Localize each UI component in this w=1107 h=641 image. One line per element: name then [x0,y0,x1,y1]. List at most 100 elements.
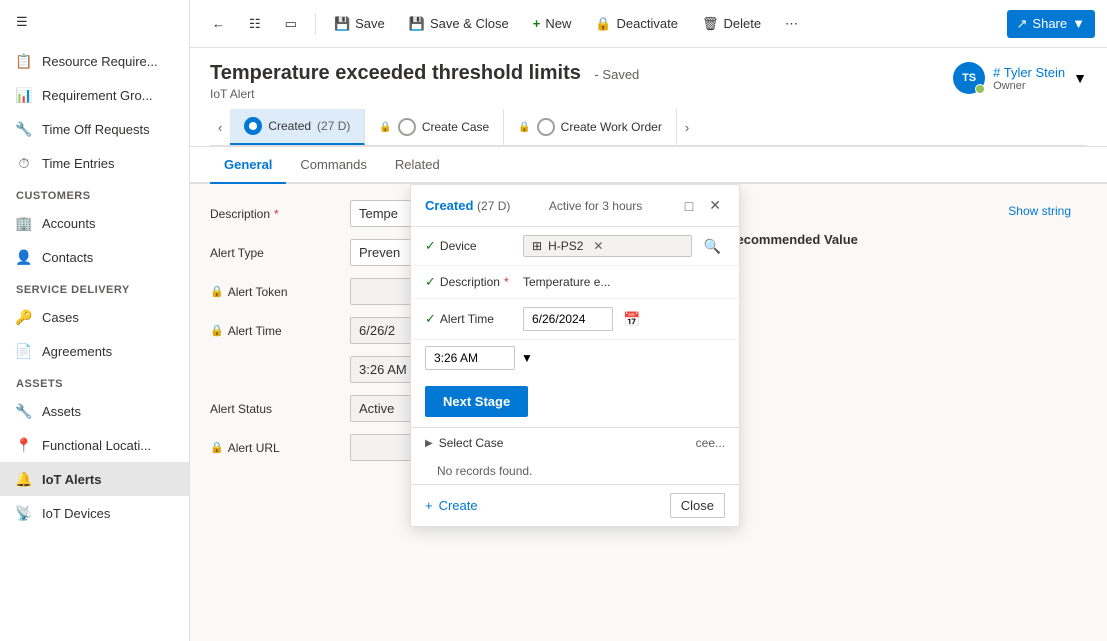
service-delivery-section-label: Service Delivery [0,274,189,300]
new-icon: + [533,16,541,31]
device-tag-remove-button[interactable]: ✕ [593,239,603,253]
description-required: * [274,207,279,221]
deactivate-button[interactable]: 🔒 Deactivate [585,10,688,38]
sidebar-item-label: Accounts [42,216,95,231]
deactivate-icon: 🔒 [595,16,611,32]
panel-alert-time-calendar-button[interactable]: 📅 [619,309,644,330]
time-off-icon: 🔧 [16,121,32,137]
tab-related[interactable]: Related [381,147,454,184]
process-nav-right[interactable]: › [677,109,697,145]
hamburger-button[interactable]: ☰ [0,0,189,44]
device-search-button[interactable]: 🔍 [700,236,725,257]
device-tag-icon: ⊞ [532,239,542,253]
sidebar-item-assets[interactable]: 🔧 Assets [0,394,189,428]
sidebar-item-label: IoT Alerts [42,472,101,487]
select-case-arrow-icon: ▶ [425,438,433,449]
new-button[interactable]: + New [523,10,582,37]
sidebar-item-functional-loc[interactable]: 📍 Functional Locati... [0,428,189,462]
sidebar-item-cases[interactable]: 🔑 Cases [0,300,189,334]
stage-circle-create-work-order [537,118,555,136]
create-plus-icon: + [425,498,433,513]
panel-alert-time-label: ✓ Alert Time [425,311,515,327]
sidebar-item-accounts[interactable]: 🏢 Accounts [0,206,189,240]
sidebar-item-label: IoT Devices [42,506,110,521]
save-close-label: Save & Close [430,16,509,31]
avatar-initials: TS [962,72,976,84]
side-panel-expand-button[interactable]: □ [681,195,697,216]
delete-button[interactable]: 🗑 Delete [692,10,771,38]
cases-icon: 🔑 [16,309,32,325]
sidebar-item-iot-alerts[interactable]: 🔔 IoT Alerts [0,462,189,496]
form-area: Description * Alert Type 🔒 Alert Token [190,184,1107,641]
main-content: ← ☷ ▭ 💾 Save 💾 Save & Close + New 🔒 Deac… [190,0,1107,641]
split-view-icon: ▭ [285,16,297,32]
iot-alerts-icon: 🔔 [16,471,32,487]
save-close-button[interactable]: 💾 Save & Close [399,10,519,38]
sidebar-item-time-entries[interactable]: ⏱ Time Entries [0,146,189,180]
panel-time-row: ▼ [425,346,725,370]
process-bar: ‹ Created (27 D) 🔒 Create Case 🔒 [210,109,1087,146]
sidebar: ☰ 📋 Resource Require... 📊 Requirement Gr… [0,0,190,641]
sidebar-item-contacts[interactable]: 👤 Contacts [0,240,189,274]
alert-token-lock-icon: 🔒 [210,285,224,298]
alert-url-lock-icon: 🔒 [210,441,224,454]
toggle-view-button[interactable]: ☷ [239,10,271,38]
stage-lock-create-case: 🔒 [379,122,391,133]
stage-dot-create-work-order [542,123,550,131]
panel-alert-time-date-input[interactable] [523,307,613,331]
alert-url-label: 🔒 Alert URL [210,441,340,455]
panel-row-description: ✓ Description * Temperature e... [411,266,739,299]
panel-time-chevron-button[interactable]: ▼ [521,351,533,365]
avatar-badge [975,84,985,94]
stage-dot-create-case [403,123,411,131]
side-panel-title: Created [425,198,473,213]
sidebar-item-label: Requirement Gro... [42,88,153,103]
split-view-button[interactable]: ▭ [275,10,307,38]
share-icon: ↗ [1017,16,1028,32]
next-stage-button[interactable]: Next Stage [425,386,528,417]
assets-icon: 🔧 [16,403,32,419]
sidebar-item-label: Time Entries [42,156,114,171]
tabs-bar: General Commands Related [190,147,1107,184]
show-string-link[interactable]: Show string [1008,200,1071,222]
delete-label: Delete [723,16,761,31]
create-button[interactable]: + Create [425,498,478,513]
assets-section-label: Assets [0,368,189,394]
save-close-icon: 💾 [409,16,425,32]
save-icon: 💾 [334,16,350,32]
process-stage-create-case[interactable]: 🔒 Create Case [365,109,504,145]
owner-chevron-button[interactable]: ▼ [1073,70,1087,86]
tab-commands[interactable]: Commands [286,147,380,184]
tab-general[interactable]: General [210,147,286,184]
sidebar-item-requirement-grp[interactable]: 📊 Requirement Gro... [0,78,189,112]
process-stage-create-work-order[interactable]: 🔒 Create Work Order [504,109,677,145]
new-label: New [545,16,571,31]
sidebar-item-resource-req[interactable]: 📋 Resource Require... [0,44,189,78]
sidebar-item-label: Time Off Requests [42,122,150,137]
side-panel-close-button[interactable]: ✕ [705,195,725,216]
time-entries-icon: ⏱ [16,155,32,171]
share-label: Share [1032,16,1067,31]
more-button[interactable]: ⋯ [775,10,808,38]
process-nav-left[interactable]: ‹ [210,109,230,145]
alert-time-lock-icon: 🔒 [210,324,224,337]
save-button[interactable]: 💾 Save [324,10,395,38]
share-button[interactable]: ↗ Share ▼ [1007,10,1095,38]
sidebar-item-time-off[interactable]: 🔧 Time Off Requests [0,112,189,146]
back-button[interactable]: ← [202,10,235,37]
process-stage-created[interactable]: Created (27 D) [230,109,365,145]
share-chevron-icon: ▼ [1072,16,1085,31]
select-case-value-placeholder: cee... [696,436,725,450]
panel-time-input[interactable] [425,346,515,370]
sidebar-item-iot-devices[interactable]: 📡 IoT Devices [0,496,189,530]
stage-lock-create-work-order: 🔒 [518,122,530,133]
hamburger-icon: ☰ [16,14,28,29]
sidebar-item-agreements[interactable]: 📄 Agreements [0,334,189,368]
owner-name[interactable]: # Tyler Stein [993,65,1065,80]
functional-loc-icon: 📍 [16,437,32,453]
save-label: Save [355,16,385,31]
close-panel-button[interactable]: Close [670,493,725,518]
sidebar-item-label: Contacts [42,250,93,265]
record-subtitle: IoT Alert [210,87,639,101]
side-panel-icons: □ ✕ [681,195,725,216]
